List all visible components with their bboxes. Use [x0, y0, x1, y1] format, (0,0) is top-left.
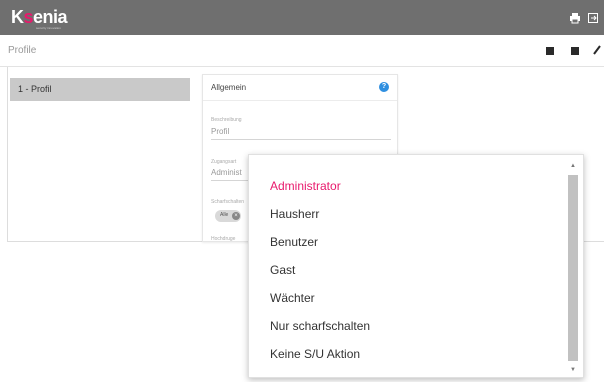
- dropdown-scrollbar[interactable]: ▲ ▼: [567, 159, 579, 373]
- access-type-label: Zugangsart: [211, 159, 237, 165]
- dropdown-option-administrator[interactable]: Administrator: [270, 179, 341, 193]
- printer-icon[interactable]: [569, 12, 581, 24]
- dropdown-option-hausherr[interactable]: Hausherr: [270, 207, 319, 221]
- scrollbar-thumb[interactable]: [568, 175, 578, 361]
- dropdown-option-waechter[interactable]: Wächter: [270, 291, 315, 305]
- dropdown-option-nur-scharfschalten[interactable]: Nur scharfschalten: [270, 319, 370, 333]
- description-field[interactable]: Profil: [211, 127, 229, 136]
- access-type-field[interactable]: Administ: [211, 168, 242, 177]
- description-label: Beschreibung: [211, 117, 242, 123]
- description-underline: [211, 139, 391, 140]
- profile-list-item[interactable]: 1 - Profil: [10, 78, 190, 101]
- card-title: Allgemein: [211, 83, 247, 92]
- save-icon[interactable]: [546, 47, 554, 55]
- chip-label: Alle: [220, 212, 229, 218]
- extra-label: Hochdruge: [211, 236, 236, 242]
- card-header: Allgemein ?: [203, 75, 397, 101]
- page-header: Profile: [0, 35, 604, 67]
- profile-item-label: 1 - Profil: [18, 84, 52, 94]
- logout-icon[interactable]: [587, 12, 599, 24]
- page-title: Profile: [8, 45, 37, 56]
- top-bar: Ksenia security innovation: [0, 0, 604, 35]
- arming-chip[interactable]: Alle ×: [215, 210, 241, 222]
- logo-subtext: security innovation: [36, 26, 61, 30]
- logo-accent: s: [23, 7, 34, 27]
- save-all-icon[interactable]: [571, 47, 579, 55]
- chip-close-icon[interactable]: ×: [232, 212, 240, 220]
- scroll-down-arrow-icon[interactable]: ▼: [570, 367, 576, 373]
- scroll-up-arrow-icon[interactable]: ▲: [570, 163, 576, 169]
- dropdown-option-keine-su-aktion[interactable]: Keine S/U Aktion: [270, 347, 360, 361]
- arming-label: Scharfschalten: [211, 199, 245, 205]
- dropdown-option-gast[interactable]: Gast: [270, 263, 295, 277]
- app-logo: Ksenia: [11, 7, 68, 28]
- logo-prefix: K: [11, 7, 24, 27]
- edit-icon[interactable]: [592, 44, 602, 59]
- logo-rest: enia: [33, 7, 68, 27]
- access-type-dropdown[interactable]: Administrator Hausherr Benutzer Gast Wäc…: [248, 154, 584, 378]
- help-icon[interactable]: ?: [379, 82, 389, 92]
- dropdown-option-benutzer[interactable]: Benutzer: [270, 235, 318, 249]
